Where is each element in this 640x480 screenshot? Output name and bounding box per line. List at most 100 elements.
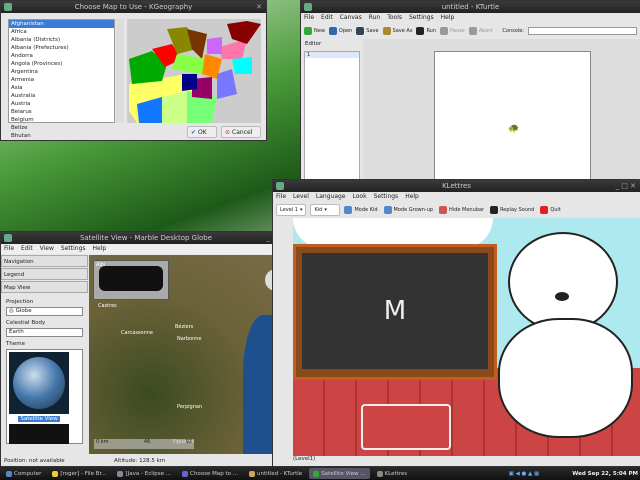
menu-help[interactable]: Help — [405, 192, 419, 202]
map-list-item[interactable]: Albania (Districts) — [9, 36, 114, 44]
satellite-theme-thumb[interactable] — [9, 352, 69, 414]
taskbar-item[interactable]: [roger] - File Br... — [48, 468, 110, 479]
theme-list[interactable]: Satellite View — [6, 349, 83, 444]
taskbar-item[interactable]: [Java - Eclipse ... — [113, 468, 175, 479]
map-list[interactable]: Afghanistan Africa Albania (Districts) Alba… — [8, 19, 115, 139]
taskbar-label: [roger] - File Br... — [60, 470, 107, 477]
console-input[interactable] — [527, 27, 637, 35]
menu-level[interactable]: Level — [293, 192, 309, 202]
window-title: Choose Map to Use - KGeography — [74, 3, 193, 11]
clock[interactable]: Wed Sep 22, 5:04 PM — [572, 471, 638, 477]
menu-settings[interactable]: Settings — [61, 244, 86, 254]
menu-help[interactable]: Help — [441, 13, 455, 23]
menu-look[interactable]: Look — [353, 192, 367, 202]
button-label: Mode Grown-up — [393, 207, 434, 213]
app-icon — [52, 470, 59, 477]
mode-grown-up-icon — [383, 206, 392, 214]
city-label: Albi — [96, 262, 106, 268]
window-title: Satellite View - Marble Desktop Globe — [79, 234, 213, 242]
panel-legend[interactable]: Legend — [1, 268, 88, 280]
map-list-item[interactable]: Armenia — [9, 76, 114, 84]
toolbar-mode-grown-up-button[interactable]: Mode Grown-up — [383, 206, 434, 214]
map-list-item[interactable]: Belarus — [9, 108, 114, 116]
map-list-item[interactable]: Bolivia — [9, 140, 114, 141]
toolbar-pause-button[interactable]: Pause — [440, 27, 465, 35]
toolbar-new-button[interactable]: New — [304, 27, 325, 35]
taskbar-item[interactable]: Satellite View ... — [309, 468, 370, 479]
mode-kid-icon — [344, 206, 353, 214]
map-list-item[interactable]: Belgium — [9, 116, 114, 124]
map-list-item[interactable]: Albania (Prefectures) — [9, 44, 114, 52]
ok-button[interactable]: ✔ OK — [187, 126, 217, 138]
menu-view[interactable]: View — [40, 244, 54, 254]
window-title: KLettres — [442, 182, 471, 190]
menu-file[interactable]: File — [4, 244, 14, 254]
menu-bar: File Level Language Look Settings Help — [273, 192, 640, 202]
toolbar-hide-menubar-button[interactable]: Hide Menubar — [439, 206, 484, 214]
toolbar-save-button[interactable]: Save — [356, 27, 379, 35]
toolbar-open-button[interactable]: Open — [328, 27, 352, 35]
menu-edit[interactable]: Edit — [321, 13, 333, 23]
status-bar: Position: not available Altitude: 128.5 k… — [1, 454, 291, 466]
toolbar-save-as-button[interactable]: Save As — [382, 27, 412, 35]
map-view[interactable]: ✦ AlbiCastresCarcassonneNarbonneBéziersP… — [89, 255, 291, 454]
menu-edit[interactable]: Edit — [21, 244, 33, 254]
map-list-item[interactable]: Argentina — [9, 68, 114, 76]
window-controls[interactable]: _ □ ✕ — [616, 180, 636, 192]
menu-help[interactable]: Help — [93, 244, 107, 254]
panel-map-view[interactable]: Map View — [1, 281, 88, 293]
taskbar-item[interactable]: Computer — [2, 468, 45, 479]
map-list-item[interactable]: Austria — [9, 100, 114, 108]
level-select[interactable]: Level 1 ▾ — [276, 204, 307, 216]
map-list-item[interactable]: Australia — [9, 92, 114, 100]
button-label: Hide Menubar — [449, 207, 485, 213]
map-list-item[interactable]: Africa — [9, 28, 114, 36]
cancel-button[interactable]: ⊘ Cancel — [221, 126, 261, 138]
toolbar-quit-button[interactable]: Quit — [540, 206, 561, 214]
language-select[interactable]: Kid ▾ — [310, 204, 341, 216]
celestial-body-select[interactable]: Earth — [6, 328, 83, 337]
map-list-item[interactable]: Andorra — [9, 52, 114, 60]
toolbar-run-button[interactable]: Run — [416, 27, 436, 35]
code-editor[interactable]: 1 — [304, 51, 360, 184]
app-icon — [313, 470, 320, 477]
map-list-item[interactable]: Bhutan — [9, 132, 114, 140]
toolbar-abort-button[interactable]: Abort — [468, 27, 492, 35]
menu-file[interactable]: File — [304, 13, 314, 23]
menu-file[interactable]: File — [276, 192, 286, 202]
close-icon[interactable]: ✕ — [256, 1, 262, 13]
toolbar-replay-sound-button[interactable]: Replay Sound — [490, 206, 534, 214]
menu-run[interactable]: Run — [369, 13, 381, 23]
menu-tools[interactable]: Tools — [387, 13, 402, 23]
scale-label: 92 — [185, 439, 192, 445]
map-list-item[interactable]: Angola (Provinces) — [9, 60, 114, 68]
map-list-item[interactable]: Belize — [9, 124, 114, 132]
taskbar-item[interactable]: Choose Map to ... — [178, 468, 242, 479]
title-bar: untitled - KTurtle — [301, 1, 640, 13]
canvas-area: 🐢 — [363, 39, 640, 184]
scale-label: 46 — [143, 439, 151, 445]
toolbar-mode-kid-button[interactable]: Mode Kid — [344, 206, 378, 214]
taskbar-item[interactable]: KLettres — [373, 468, 412, 479]
panel-navigation[interactable]: Navigation — [1, 255, 88, 267]
menu-language[interactable]: Language — [316, 192, 346, 202]
ok-label: OK — [198, 128, 207, 136]
map-list-item[interactable]: Asia — [9, 84, 114, 92]
plain-theme-thumb[interactable] — [9, 424, 69, 444]
window-title: untitled - KTurtle — [441, 3, 500, 11]
menu-settings[interactable]: Settings — [374, 192, 399, 202]
turtle-canvas[interactable]: 🐢 — [434, 51, 591, 184]
menu-canvas[interactable]: Canvas — [340, 13, 362, 23]
answer-box[interactable] — [361, 404, 451, 450]
map-list-item[interactable]: Afghanistan — [9, 20, 114, 28]
scrollbar[interactable] — [116, 19, 124, 123]
system-tray[interactable]: ▣ ◀ ● ▲ ▦ — [509, 471, 540, 477]
replay-sound-icon — [490, 206, 499, 214]
taskbar-item[interactable]: untitled - KTurtle — [245, 468, 306, 479]
menu-settings[interactable]: Settings — [409, 13, 434, 23]
hide-menubar-icon — [439, 206, 448, 214]
projection-select[interactable]: ◎ Globe — [6, 307, 83, 316]
pause-icon — [440, 27, 449, 35]
button-label: Replay Sound — [500, 207, 535, 213]
button-label: New — [314, 28, 325, 34]
